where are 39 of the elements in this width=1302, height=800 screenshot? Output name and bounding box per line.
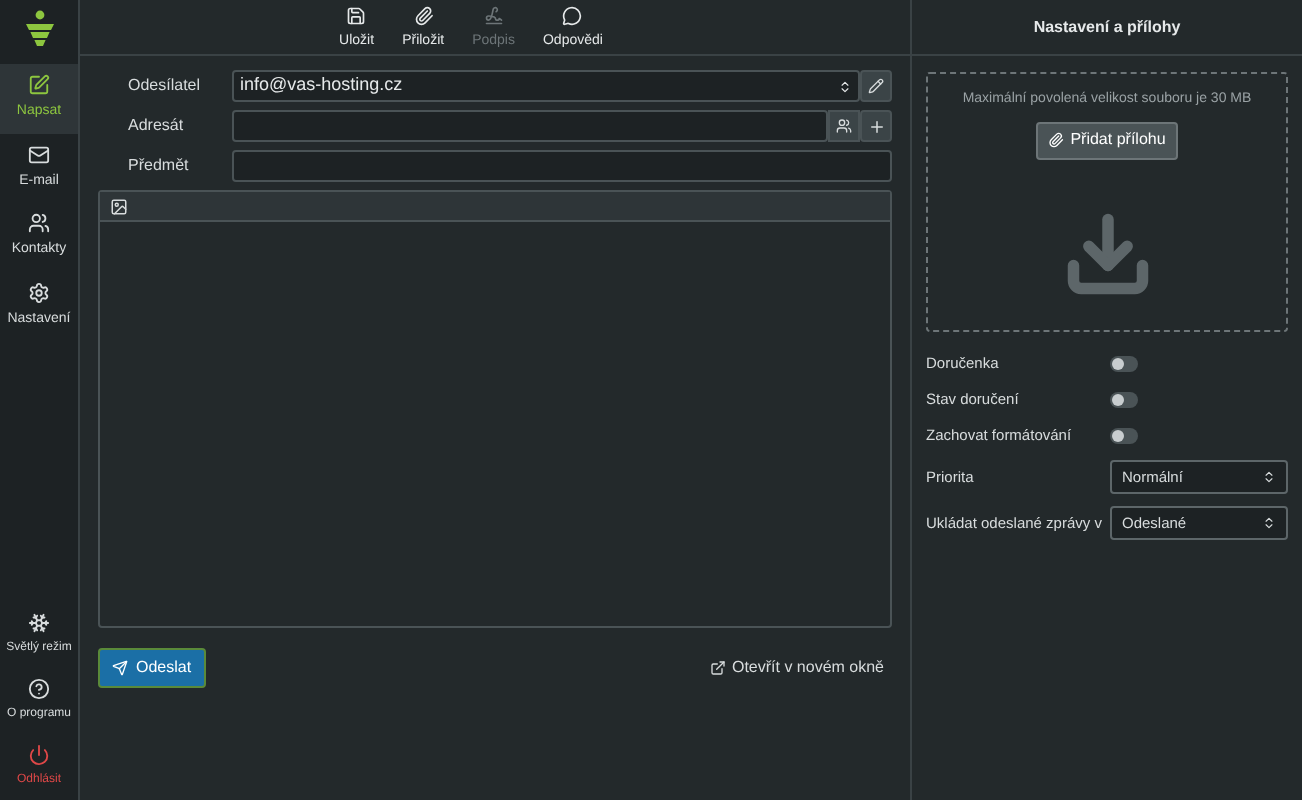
add-attachment-button[interactable]: Přidat přílohu [1036,121,1178,159]
select-arrow-icon [838,79,852,93]
mail-icon [28,143,50,165]
send-icon [112,660,128,676]
signature-icon [483,6,504,26]
edit-button[interactable] [860,70,892,102]
snowflake-icon [28,612,50,634]
logo-icon [25,10,53,46]
help-icon [28,678,50,700]
toggle-switch[interactable] [1110,392,1138,408]
subject-field[interactable] [232,150,892,182]
field-label: Předmět [126,154,191,178]
select-arrow-icon [1262,470,1276,484]
users-icon [836,118,852,134]
pencil-icon [868,78,884,94]
send-button[interactable]: Odeslat [98,648,206,688]
recipient-field[interactable] [232,110,828,142]
select-arrow-icon [1262,516,1276,530]
add-button[interactable] [860,110,892,142]
power-icon [28,744,50,766]
settings-icon [28,281,50,303]
open-new-window-link[interactable]: Otevřít v novém okně [709,656,884,680]
paperclip-icon [1048,132,1065,148]
field-label: Odesílatel [126,74,203,98]
field-label: Adresát [126,114,186,138]
sender-select[interactable]: info@vas-hosting.cz [232,70,860,102]
paperclip-icon [413,6,434,26]
plus-icon [867,117,885,135]
toggle-switch[interactable] [1110,428,1138,444]
image-button[interactable] [110,197,128,215]
toggle-switch[interactable] [1110,356,1138,372]
contacts-button[interactable] [828,110,860,142]
compose-icon [28,74,50,96]
external-link-icon [709,660,726,676]
users-icon [28,212,50,234]
speech-bubble-icon [562,6,583,26]
panel-title: Nastavení a přílohy [1033,15,1181,39]
save-icon [346,6,367,26]
image-icon [110,197,128,215]
